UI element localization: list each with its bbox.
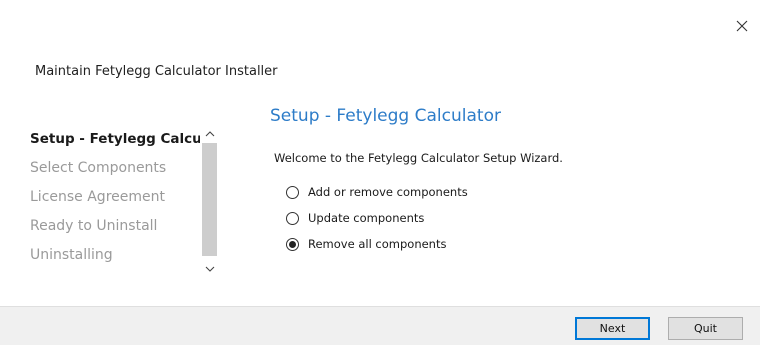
option-label: Update components	[308, 211, 425, 225]
welcome-text: Welcome to the Fetylegg Calculator Setup…	[274, 151, 563, 165]
option-update-components[interactable]: Update components	[286, 205, 468, 231]
radio-add-remove[interactable]	[286, 185, 299, 199]
step-item-uninstalling[interactable]: Uninstalling	[30, 241, 200, 270]
steps-list: Setup - Fetylegg Calcu... Select Compone…	[30, 125, 200, 270]
step-item-license-agreement[interactable]: License Agreement	[30, 183, 200, 212]
steps-sidebar: Setup - Fetylegg Calcu... Select Compone…	[30, 125, 218, 277]
option-remove-all-components[interactable]: Remove all components	[286, 231, 468, 257]
quit-button[interactable]: Quit	[668, 317, 743, 340]
radio-remove-all[interactable]	[286, 237, 299, 251]
step-item-select-components[interactable]: Select Components	[30, 154, 200, 183]
next-button[interactable]: Next	[575, 317, 650, 340]
close-button[interactable]	[728, 14, 756, 38]
step-item-setup[interactable]: Setup - Fetylegg Calcu...	[30, 125, 200, 154]
scroll-up-button[interactable]	[201, 125, 218, 142]
steps-scrollbar[interactable]	[201, 125, 218, 277]
scroll-down-button[interactable]	[201, 260, 218, 277]
radio-update[interactable]	[286, 211, 299, 225]
main-panel: Setup - Fetylegg Calculator Welcome to t…	[270, 106, 740, 251]
step-item-ready-to-uninstall[interactable]: Ready to Uninstall	[30, 212, 200, 241]
close-icon	[736, 20, 748, 32]
option-label: Remove all components	[308, 237, 447, 251]
chevron-down-icon	[205, 266, 214, 272]
option-add-remove-components[interactable]: Add or remove components	[286, 179, 468, 205]
button-bar: Next Quit	[0, 306, 760, 345]
maintenance-options: Add or remove components Update componen…	[286, 179, 468, 257]
chevron-up-icon	[205, 130, 214, 136]
option-label: Add or remove components	[308, 185, 468, 199]
window-title: Maintain Fetylegg Calculator Installer	[35, 64, 278, 79]
scrollbar-thumb[interactable]	[202, 143, 217, 256]
page-title: Setup - Fetylegg Calculator	[270, 106, 501, 126]
